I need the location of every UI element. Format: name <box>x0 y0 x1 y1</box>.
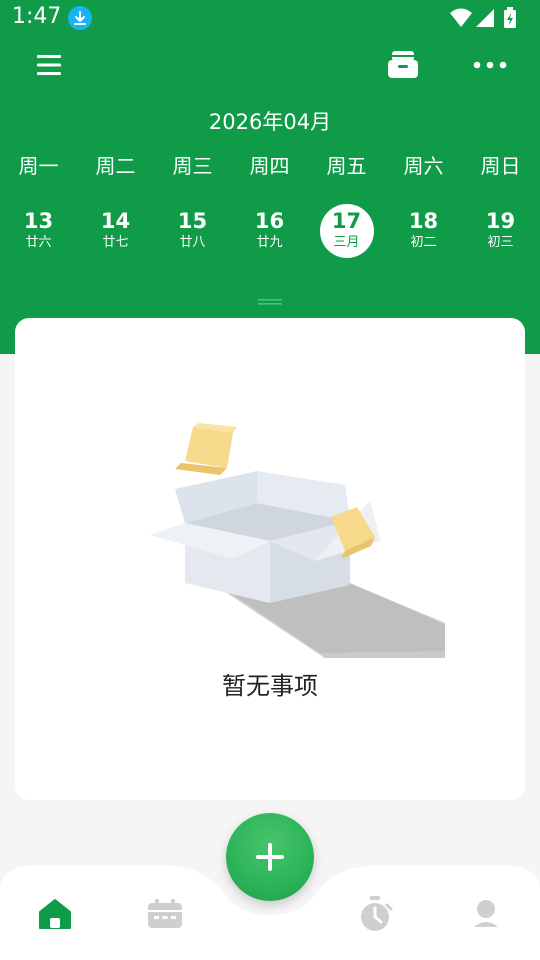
archive-button[interactable] <box>381 43 425 87</box>
day-cell-inner: 18 初二 <box>397 204 451 258</box>
menu-button[interactable] <box>28 43 72 87</box>
day-cell-selected[interactable]: 17 三月 <box>308 204 385 260</box>
day-lunar: 三月 <box>333 235 360 250</box>
more-dots-icon <box>473 61 507 69</box>
day-lunar: 廿七 <box>102 235 129 250</box>
download-icon <box>68 6 92 30</box>
signal-icon <box>476 9 494 27</box>
day-cell-inner: 15 廿八 <box>166 204 220 258</box>
weekday-row: 周一 周二 周三 周四 周五 周六 周日 <box>0 150 540 184</box>
home-icon <box>39 899 71 929</box>
weekday-label: 周二 <box>95 154 136 178</box>
day-cell[interactable]: 18 初二 <box>385 204 462 260</box>
add-task-button[interactable] <box>226 813 314 901</box>
day-cell[interactable]: 13 廿六 <box>0 204 77 260</box>
day-number: 14 <box>100 209 131 233</box>
archive-box-icon <box>388 51 418 78</box>
weekday-label: 周五 <box>326 154 367 178</box>
day-cell-inner: 19 初三 <box>474 204 528 258</box>
nav-timer[interactable] <box>351 890 399 938</box>
weekday-label: 周四 <box>249 154 290 178</box>
day-lunar: 初三 <box>487 235 514 250</box>
more-button[interactable] <box>468 43 512 87</box>
calendar-icon <box>148 899 182 928</box>
day-lunar: 廿六 <box>25 235 52 250</box>
day-number: 16 <box>254 209 285 233</box>
battery-icon <box>504 7 516 28</box>
nav-home[interactable] <box>31 890 79 938</box>
day-lunar: 廿八 <box>179 235 206 250</box>
stopwatch-icon <box>361 896 393 931</box>
day-lunar: 廿九 <box>256 235 283 250</box>
weekday-label: 周一 <box>18 154 59 178</box>
day-cell[interactable]: 19 初三 <box>462 204 539 260</box>
profile-icon <box>474 900 498 927</box>
day-cell-inner: 16 廿九 <box>243 204 297 258</box>
day-number: 17 <box>331 209 362 233</box>
status-time: 1:47 <box>12 4 62 29</box>
drag-handle-icon <box>258 299 282 305</box>
week-day-strip: 13 廿六 14 廿七 15 廿八 16 廿九 17 三月 18 初二 19 初… <box>0 204 540 260</box>
day-cell-inner: 13 廿六 <box>12 204 66 258</box>
day-number: 13 <box>23 209 54 233</box>
wifi-icon <box>450 8 472 27</box>
day-cell[interactable]: 16 廿九 <box>231 204 308 260</box>
task-list-card: 暂无事项 <box>15 318 525 800</box>
nav-profile[interactable] <box>462 890 510 938</box>
day-number: 15 <box>177 209 208 233</box>
menu-icon <box>37 55 61 75</box>
plus-icon <box>256 843 284 871</box>
month-title[interactable]: 2026年04月 <box>0 106 540 136</box>
day-cell-inner: 14 廿七 <box>89 204 143 258</box>
day-number: 18 <box>408 209 439 233</box>
status-bar: 1:47 <box>0 0 540 38</box>
day-lunar: 初二 <box>410 235 437 250</box>
day-cell[interactable]: 14 廿七 <box>77 204 154 260</box>
weekday-label: 周六 <box>403 154 444 178</box>
calendar-expand-handle[interactable] <box>258 290 282 305</box>
day-cell[interactable]: 15 廿八 <box>154 204 231 260</box>
day-cell-inner: 17 三月 <box>319 204 374 258</box>
empty-box-illustration <box>150 423 445 658</box>
nav-calendar[interactable] <box>141 890 189 938</box>
weekday-label: 周日 <box>480 154 521 178</box>
weekday-label: 周三 <box>172 154 213 178</box>
day-number: 19 <box>485 209 516 233</box>
empty-state-message: 暂无事项 <box>222 672 318 700</box>
system-status-icons <box>448 6 528 32</box>
